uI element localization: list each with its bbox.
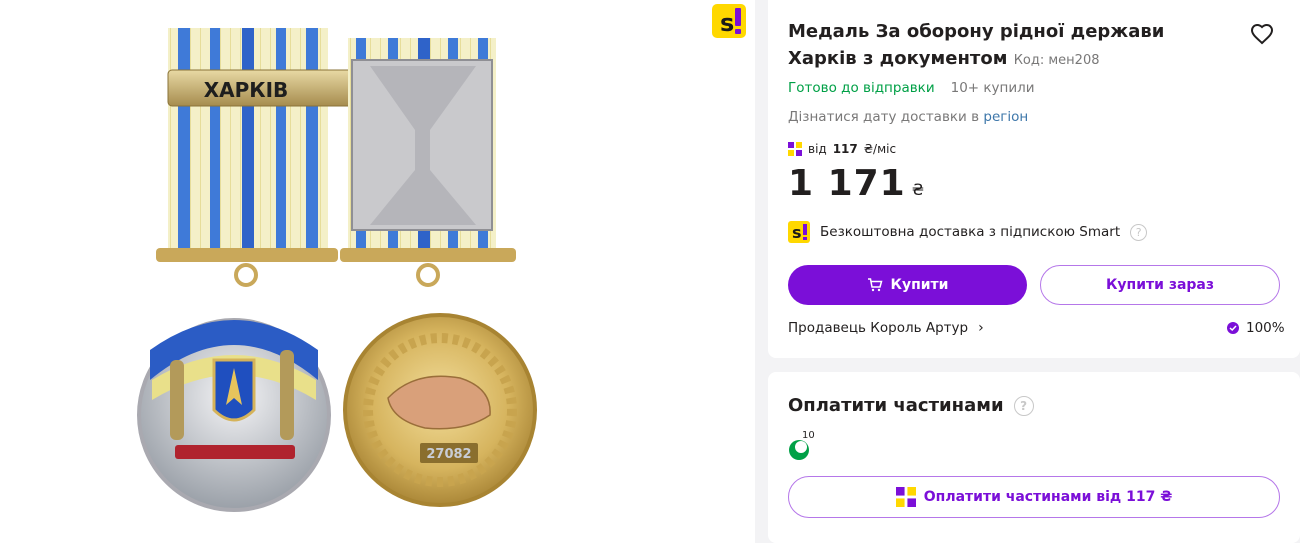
smart-logo-icon: s bbox=[712, 4, 746, 38]
availability-status: Готово до відправки bbox=[788, 80, 935, 96]
pay-in-parts-button[interactable]: Оплатити частинами від 117 ₴ bbox=[788, 476, 1280, 518]
product-gallery[interactable]: ХАРКІВ 27082 s bbox=[0, 0, 755, 543]
medal-number: 27082 bbox=[426, 447, 471, 462]
delivery-info: Дізнатися дату доставки в регіон bbox=[788, 109, 1029, 125]
product-title: Медаль За оборону рідної держави Харків … bbox=[788, 21, 1165, 69]
product-code: Код: мен208 bbox=[1013, 53, 1100, 68]
price-amount: 1 171 bbox=[788, 163, 906, 204]
chevron-right-icon: › bbox=[978, 320, 984, 336]
ribbon-right bbox=[340, 38, 516, 262]
product-price: 1 171 ₴ bbox=[788, 163, 924, 204]
buy-button[interactable]: Купити bbox=[788, 265, 1027, 305]
svg-text:s: s bbox=[792, 223, 802, 242]
medal-back: 27082 bbox=[343, 313, 537, 507]
bought-count: 10+ купили bbox=[950, 80, 1035, 96]
cart-icon bbox=[867, 278, 882, 292]
ribbon-left: ХАРКІВ bbox=[156, 28, 357, 262]
medal-front bbox=[137, 318, 331, 512]
heart-icon[interactable] bbox=[1250, 22, 1274, 46]
seller-link[interactable]: Продавець Король Артур › bbox=[788, 320, 984, 336]
credit-logo-icon bbox=[788, 142, 802, 156]
buy-now-button[interactable]: Купити зараз bbox=[1040, 265, 1280, 305]
smart-delivery: s Безкоштовна доставка з підпискою Smart… bbox=[788, 221, 1148, 243]
status-row: Готово до відправки 10+ купили bbox=[788, 80, 1035, 96]
bank-count: 10 bbox=[802, 430, 815, 441]
credit-info[interactable]: від 117 ₴/міс bbox=[788, 142, 896, 156]
bank-logo-icon bbox=[789, 440, 809, 460]
price-currency: ₴ bbox=[911, 180, 925, 199]
svg-text:s: s bbox=[720, 9, 734, 37]
seller-badge-icon bbox=[1227, 322, 1239, 334]
question-icon[interactable]: ? bbox=[1130, 223, 1148, 241]
bar-text: ХАРКІВ bbox=[204, 78, 289, 102]
bank-logo[interactable]: 10 bbox=[788, 430, 818, 460]
seller-rating: 100% bbox=[1226, 320, 1285, 336]
credit-logo-icon bbox=[895, 487, 916, 507]
region-link[interactable]: регіон bbox=[983, 109, 1028, 125]
smart-logo-icon: s bbox=[788, 221, 810, 243]
installments-title: Оплатити частинами ? bbox=[788, 395, 1034, 416]
product-image[interactable]: ХАРКІВ 27082 bbox=[130, 20, 550, 525]
question-icon[interactable]: ? bbox=[1013, 395, 1034, 416]
